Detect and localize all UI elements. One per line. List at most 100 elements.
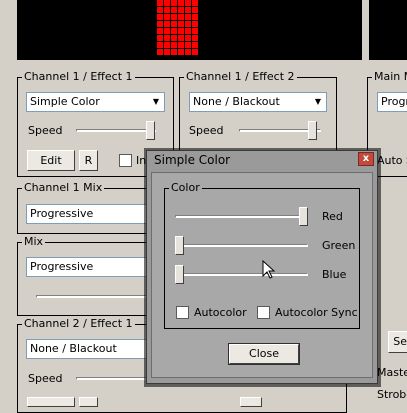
led-cell <box>157 35 163 41</box>
led-cell <box>185 21 191 27</box>
ch2-r-button[interactable] <box>79 397 98 407</box>
led-cell <box>192 21 198 27</box>
led-cell <box>178 42 184 48</box>
select-value: Simple Color <box>30 95 100 108</box>
autocolor-sync-label: Autocolor Sync <box>275 306 358 319</box>
led-cell <box>164 28 170 34</box>
led-cell <box>192 42 198 48</box>
led-cell <box>192 7 198 13</box>
led-cell <box>178 0 184 6</box>
chevron-down-icon: ▼ <box>152 97 160 106</box>
ch2-effect1-select[interactable]: None / Blackout <box>26 339 156 359</box>
led-cell <box>178 49 184 55</box>
led-cell <box>171 28 177 34</box>
led-cell <box>192 14 198 20</box>
led-cell <box>171 21 177 27</box>
group-title: Channel 1 / Effect 1 <box>24 70 133 83</box>
preview-panel-right <box>369 0 407 60</box>
led-cell <box>164 42 170 48</box>
se-label: Se <box>393 335 407 348</box>
led-cell <box>164 21 170 27</box>
led-cell <box>164 7 170 13</box>
green-label: Green <box>322 239 356 252</box>
group-title: Channel 1 / Effect 2 <box>186 70 295 83</box>
green-slider-track[interactable] <box>175 244 308 247</box>
mouse-cursor-icon <box>262 260 276 279</box>
red-label: Red <box>322 210 343 223</box>
ch1-effect2-speed-thumb[interactable] <box>308 121 317 140</box>
led-matrix <box>157 0 198 55</box>
led-cell <box>185 0 191 6</box>
led-cell <box>157 49 163 55</box>
ch1-effect1-checkbox[interactable] <box>119 154 132 167</box>
red-slider-thumb[interactable] <box>299 207 308 226</box>
led-cell <box>164 35 170 41</box>
blue-slider-track[interactable] <box>175 273 308 276</box>
dialog-client-area: Color Red Green Blue Autocolor Autocolor… <box>151 172 373 378</box>
green-slider-thumb[interactable] <box>175 236 184 255</box>
group-title: Channel 2 / Effect 1 <box>24 317 133 330</box>
select-value: Progressive <box>30 260 94 273</box>
led-cell <box>164 0 170 6</box>
ch1-effect2-select[interactable]: None / Blackout ▼ <box>189 92 327 112</box>
led-cell <box>157 0 163 6</box>
led-cell <box>192 0 198 6</box>
r-button[interactable]: R <box>79 150 98 171</box>
ch1-effect1-speed-track[interactable] <box>76 129 156 132</box>
led-cell <box>171 42 177 48</box>
speed-label: Speed <box>28 124 63 137</box>
main-mix-select[interactable]: Progre <box>377 92 407 112</box>
group-title: Mix <box>24 235 44 248</box>
led-cell <box>185 42 191 48</box>
ch1-effect1-speed-thumb[interactable] <box>146 121 155 140</box>
led-cell <box>178 14 184 20</box>
led-cell <box>171 35 177 41</box>
led-cell <box>164 14 170 20</box>
blue-label: Blue <box>322 268 347 281</box>
led-cell <box>178 21 184 27</box>
strobe-label: Strobe <box>377 388 407 401</box>
ch1-mix-select[interactable]: Progressive <box>26 204 152 224</box>
led-cell <box>178 28 184 34</box>
chevron-down-icon: ▼ <box>314 97 322 106</box>
mix-slider-track[interactable] <box>36 295 152 298</box>
master-label: Master <box>377 366 407 379</box>
select-value: Progressive <box>30 207 94 220</box>
ch1-effect1-select[interactable]: Simple Color ▼ <box>26 92 165 112</box>
autocolor-sync-checkbox[interactable] <box>257 306 270 319</box>
led-cell <box>157 28 163 34</box>
dialog-title: Simple Color <box>154 153 231 167</box>
red-slider-track[interactable] <box>175 215 308 218</box>
blue-slider-thumb[interactable] <box>175 265 184 284</box>
mix-select[interactable]: Progressive <box>26 257 152 277</box>
led-cell <box>185 49 191 55</box>
ch2-right-button[interactable] <box>240 397 262 407</box>
led-cell <box>192 49 198 55</box>
close-icon[interactable]: x <box>358 152 374 166</box>
auto-label: Auto S <box>377 154 407 167</box>
ch2-edit-button[interactable] <box>27 397 75 407</box>
select-value: Progre <box>381 95 407 108</box>
led-cell <box>171 49 177 55</box>
simple-color-dialog: Simple Color x Color Red Green Blue Auto… <box>146 150 378 384</box>
close-symbol: x <box>362 153 370 164</box>
speed-label: Speed <box>189 124 224 137</box>
autocolor-checkbox[interactable] <box>176 306 189 319</box>
led-cell <box>192 28 198 34</box>
led-cell <box>171 7 177 13</box>
led-cell <box>185 7 191 13</box>
led-cell <box>157 21 163 27</box>
close-button[interactable]: Close <box>228 343 300 365</box>
led-cell <box>185 14 191 20</box>
speed-label: Speed <box>28 372 63 385</box>
select-value: None / Blackout <box>193 95 280 108</box>
led-cell <box>192 35 198 41</box>
select-value: None / Blackout <box>30 342 117 355</box>
se-button[interactable]: Se <box>388 331 407 353</box>
autocolor-label: Autocolor <box>194 306 247 319</box>
led-cell <box>157 14 163 20</box>
group-title: Channel 1 Mix <box>24 181 103 194</box>
led-cell <box>178 7 184 13</box>
edit-button[interactable]: Edit <box>27 150 75 171</box>
preview-panel-left <box>17 0 362 60</box>
